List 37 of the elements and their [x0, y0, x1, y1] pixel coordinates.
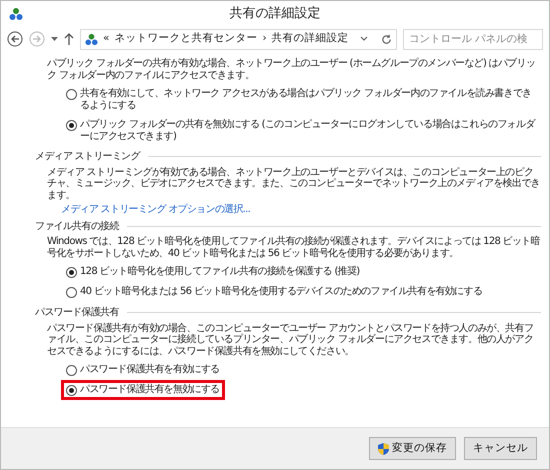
radio-button[interactable] — [66, 120, 77, 131]
breadcrumb-item[interactable]: ネットワークと共有センター — [114, 31, 258, 47]
dropdown-caret-icon[interactable] — [51, 36, 58, 42]
back-icon[interactable] — [7, 31, 23, 47]
option-label[interactable]: パスワード保護共有を無効にする — [80, 384, 220, 396]
description-text: パスワード保護共有が有効の場合、このコンピューターでユーザー アカウントとパスワードを持つ人のみが、共有ファイル、このコンピューターに接続しているプリンター、パブリック フォルダーにアクセスできます。他の人がアクセスできるようにするには、パスワード保護共有を無効にしてください。 — [47, 322, 534, 357]
radio-button[interactable] — [66, 89, 77, 100]
network-icon — [9, 7, 23, 21]
options-link[interactable]: メディア ストリーミング オプションの選択... — [61, 204, 250, 216]
description-text: パブリック フォルダーの共有が有効な場合、ネットワーク上のユーザー (ホームグループのメンバーなど) はパブリック フォルダー内のファイルにアクセスできます。 — [47, 58, 536, 81]
option-label[interactable]: パブリック フォルダーの共有を無効にする (このコンピューターにログオンしている場合はこれらのフォルダーにアクセスできます) — [80, 119, 536, 142]
address-bar[interactable]: « ネットワークと共有センター › 共有の詳細設定 — [80, 28, 397, 50]
section-heading: メディア ストリーミング — [35, 151, 140, 162]
search-field[interactable]: コントロール パネルの検 — [403, 28, 543, 50]
network-icon — [85, 32, 98, 46]
overflow-chevron[interactable]: « — [103, 31, 110, 47]
breadcrumb-item[interactable]: 共有の詳細設定 — [272, 31, 349, 47]
description-text: メディア ストリーミングが有効である場合、ネットワーク上のユーザーとデバイスは、このコンピューター上のピクチャ、ミュージック、ビデオにアクセスできます。また、このコンピューターでネットワーク上のメディアを検出できます。 — [47, 166, 541, 201]
save-button[interactable]: 変更の保存 — [369, 437, 456, 460]
radio-button[interactable] — [66, 365, 77, 376]
option-label[interactable]: 共有を有効にして、ネットワーク アクセスがある場合はパブリック フォルダー内のファイルを読み書きできるようにする — [80, 88, 536, 111]
window-title: 共有の詳細設定 — [230, 5, 320, 24]
cancel-button[interactable]: キャンセル — [464, 437, 537, 460]
option-label[interactable]: 128 ビット暗号化を使用してファイル共有の接続を保護する (推奨) — [80, 266, 360, 278]
refresh-icon[interactable] — [381, 34, 392, 44]
radio-button[interactable] — [66, 385, 77, 396]
chevron-down-icon[interactable] — [360, 36, 368, 42]
radio-button[interactable] — [66, 267, 77, 278]
section-heading: パスワード保護共有 — [35, 307, 119, 318]
breadcrumb-separator: › — [262, 31, 267, 46]
option-label[interactable]: パスワード保護共有を有効にする — [80, 364, 220, 376]
option-label[interactable]: 40 ビット暗号化または 56 ビット暗号化を使用するデバイスのためのファイル共有を有効にする — [80, 286, 482, 298]
up-arrow-icon[interactable] — [64, 33, 74, 45]
description-text: Windows では、128 ビット暗号化を使用してファイル共有の接続が保護されます。デバイスによっては 128 ビット暗号化をサポートしないため、40 ビット暗号化または 56 ビット暗号化を使用する必要があります。 — [47, 236, 541, 259]
radio-button[interactable] — [66, 287, 77, 298]
shield-icon — [378, 442, 389, 454]
section-heading: ファイル共有の接続 — [35, 220, 119, 232]
